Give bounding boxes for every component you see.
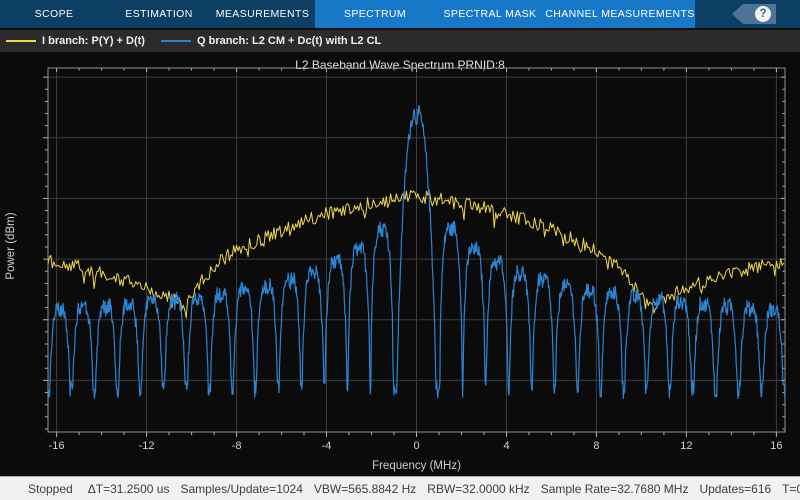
help-question-icon: ? bbox=[755, 6, 771, 22]
spectrum-plot-area[interactable]: L2 Baseband Wave Spectrum PRNID:8 -16-12… bbox=[0, 52, 800, 476]
svg-text:-12: -12 bbox=[139, 440, 155, 452]
x-axis-label: Frequency (MHz) bbox=[48, 460, 785, 472]
svg-text:8: 8 bbox=[593, 440, 599, 452]
svg-text:-8: -8 bbox=[232, 440, 242, 452]
status-rbw: RBW=32.0000 kHz bbox=[427, 482, 529, 496]
svg-text:16: 16 bbox=[770, 440, 782, 452]
i-branch-line-swatch-icon bbox=[6, 40, 36, 42]
svg-text:-4: -4 bbox=[322, 440, 332, 452]
tab-bar-filler: ? bbox=[695, 0, 800, 28]
q-branch-line-swatch-icon bbox=[161, 40, 191, 42]
status-sample-rate: Sample Rate=32.7680 MHz bbox=[541, 482, 689, 496]
y-axis-label: Power (dBm) bbox=[5, 201, 17, 291]
tab-channel-measurements[interactable]: CHANNEL MEASUREMENTS bbox=[545, 0, 695, 28]
svg-text:4: 4 bbox=[503, 440, 509, 452]
tab-estimation[interactable]: ESTIMATION bbox=[108, 0, 210, 28]
help-button[interactable]: ? bbox=[732, 4, 776, 24]
spectrum-axes-canvas[interactable]: -16-12-8-4048121620100-10-20-30 bbox=[42, 62, 791, 462]
status-samples-per-update: Samples/Update=1024 bbox=[180, 482, 302, 496]
q-branch-legend-label: Q branch: L2 CM + Dc(t) with L2 CL bbox=[197, 35, 381, 47]
legend-item-q-branch[interactable]: Q branch: L2 CM + Dc(t) with L2 CL bbox=[161, 35, 381, 47]
svg-text:12: 12 bbox=[680, 440, 692, 452]
spectrum-analyzer-window: SCOPE ESTIMATION MEASUREMENTS SPECTRUM S… bbox=[0, 0, 800, 500]
tab-scope[interactable]: SCOPE bbox=[0, 0, 108, 28]
legend-item-i-branch[interactable]: I branch: P(Y) + D(t) bbox=[6, 35, 145, 47]
status-updates: Updates=616 bbox=[699, 482, 771, 496]
toolstrip-tab-bar: SCOPE ESTIMATION MEASUREMENTS SPECTRUM S… bbox=[0, 0, 800, 28]
svg-text:-16: -16 bbox=[49, 440, 65, 452]
status-delta-t: ΔT=31.2500 us bbox=[88, 482, 170, 496]
tab-spectrum[interactable]: SPECTRUM bbox=[315, 0, 435, 28]
status-time: T=0.0193 bbox=[782, 482, 800, 496]
legend-bar: I branch: P(Y) + D(t) Q branch: L2 CM + … bbox=[0, 28, 800, 52]
i-branch-legend-label: I branch: P(Y) + D(t) bbox=[42, 35, 145, 47]
status-vbw: VBW=565.8842 Hz bbox=[314, 482, 416, 496]
svg-text:0: 0 bbox=[413, 440, 419, 452]
status-state: Stopped bbox=[28, 482, 73, 496]
status-bar: Stopped ΔT=31.2500 us Samples/Update=102… bbox=[0, 476, 800, 500]
tab-measurements[interactable]: MEASUREMENTS bbox=[210, 0, 315, 28]
tab-spectral-mask[interactable]: SPECTRAL MASK bbox=[435, 0, 545, 28]
